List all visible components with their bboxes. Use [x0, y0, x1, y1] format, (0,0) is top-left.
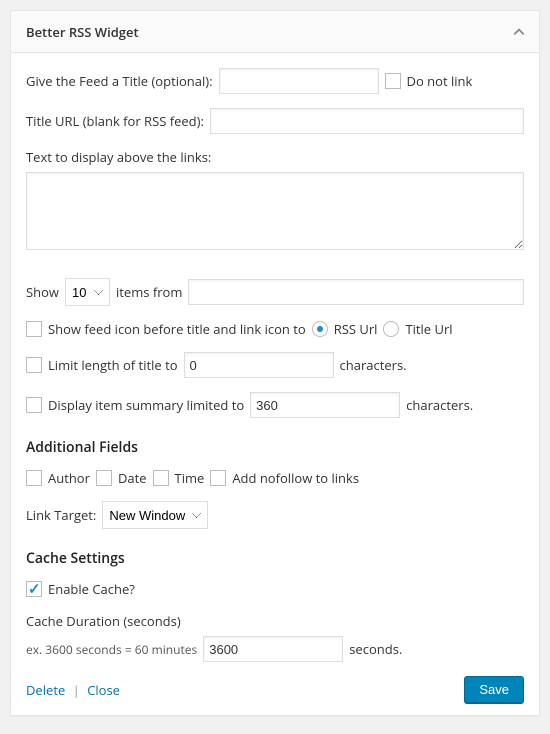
- title-url-input[interactable]: [210, 108, 524, 134]
- show-count-select[interactable]: 10: [65, 278, 110, 306]
- title-url-radio[interactable]: [383, 321, 399, 337]
- author-label: Author: [48, 469, 90, 487]
- widget-header[interactable]: Better RSS Widget: [11, 11, 539, 53]
- collapse-toggle[interactable]: [499, 11, 539, 53]
- show-label-post: items from: [116, 283, 182, 301]
- do-not-link-label: Do not link: [407, 72, 473, 90]
- summary-label: Display item summary limited to: [48, 396, 244, 414]
- cache-duration-label: Cache Duration (seconds): [26, 612, 524, 630]
- additional-fields-heading: Additional Fields: [26, 438, 524, 457]
- date-label: Date: [118, 469, 147, 487]
- feed-icon-checkbox[interactable]: [26, 321, 42, 337]
- limit-title-checkbox[interactable]: [26, 357, 42, 373]
- feed-title-label: Give the Feed a Title (optional):: [26, 72, 213, 90]
- enable-cache-checkbox[interactable]: [26, 581, 42, 597]
- link-separator: |: [73, 681, 80, 699]
- title-url-label: Title URL (blank for RSS feed):: [26, 112, 204, 130]
- feed-title-input[interactable]: [219, 68, 379, 94]
- save-button[interactable]: Save: [464, 676, 524, 703]
- widget-body: Give the Feed a Title (optional): Do not…: [11, 53, 539, 715]
- nofollow-label: Add nofollow to links: [232, 469, 359, 487]
- widget-title: Better RSS Widget: [11, 23, 154, 41]
- nofollow-checkbox[interactable]: [210, 470, 226, 486]
- limit-title-input[interactable]: [184, 352, 334, 378]
- link-target-label: Link Target:: [26, 506, 96, 524]
- do-not-link-checkbox[interactable]: [385, 73, 401, 89]
- limit-title-suffix: characters.: [340, 356, 407, 374]
- time-checkbox[interactable]: [153, 470, 169, 486]
- limit-title-label: Limit length of title to: [48, 356, 178, 374]
- summary-checkbox[interactable]: [26, 397, 42, 413]
- chevron-up-icon: [513, 26, 525, 38]
- time-label: Time: [175, 469, 205, 487]
- author-checkbox[interactable]: [26, 470, 42, 486]
- cache-seconds-label: seconds.: [349, 640, 402, 658]
- cache-hint: ex. 3600 seconds = 60 minutes: [26, 641, 197, 658]
- widget-panel: Better RSS Widget Give the Feed a Title …: [10, 10, 540, 716]
- link-target-select[interactable]: New Window: [102, 501, 208, 529]
- rss-url-label: RSS Url: [334, 320, 378, 338]
- footer-links: Delete | Close: [26, 681, 120, 699]
- delete-link[interactable]: Delete: [26, 681, 65, 699]
- summary-input[interactable]: [250, 392, 400, 418]
- feed-icon-label: Show feed icon before title and link ico…: [48, 320, 306, 338]
- close-link[interactable]: Close: [87, 681, 120, 699]
- summary-suffix: characters.: [406, 396, 473, 414]
- cache-duration-input[interactable]: [203, 636, 343, 662]
- enable-cache-label: Enable Cache?: [48, 580, 135, 598]
- title-url-radio-label: Title Url: [405, 320, 452, 338]
- show-label-pre: Show: [26, 283, 59, 301]
- items-from-input[interactable]: [188, 279, 524, 305]
- date-checkbox[interactable]: [96, 470, 112, 486]
- cache-settings-heading: Cache Settings: [26, 549, 524, 568]
- intro-text-label: Text to display above the links:: [26, 148, 524, 166]
- intro-textarea[interactable]: [26, 172, 524, 250]
- rss-url-radio[interactable]: [312, 321, 328, 337]
